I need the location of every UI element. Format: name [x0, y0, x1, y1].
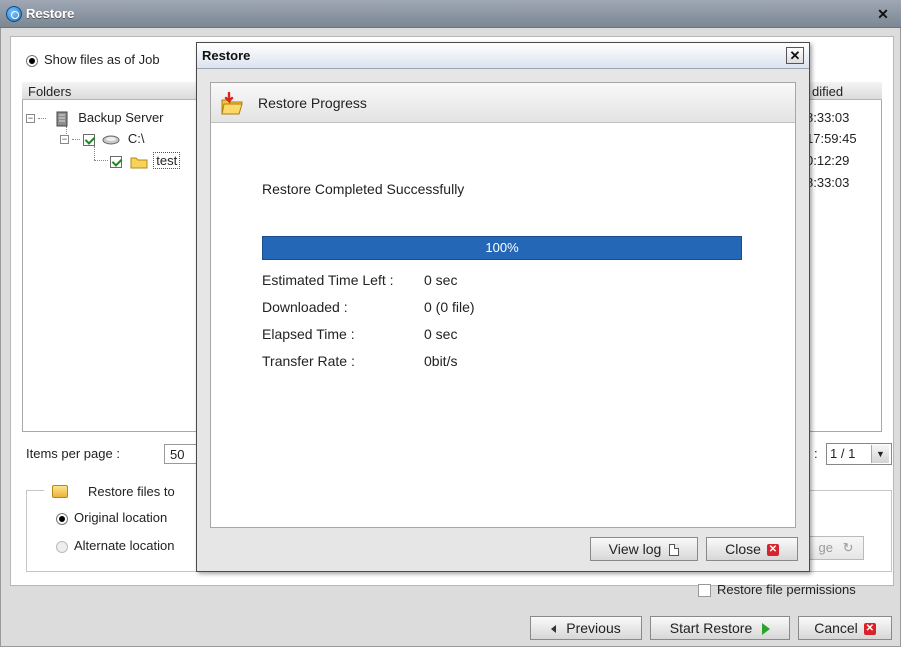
- view-log-button[interactable]: View log: [590, 537, 698, 561]
- elapsed-time-value: 0 sec: [424, 326, 458, 342]
- server-icon: [56, 111, 68, 127]
- show-files-radio[interactable]: [26, 54, 38, 67]
- dialog-close-button[interactable]: ✕: [786, 47, 804, 64]
- previous-button-label: Previous: [566, 620, 621, 636]
- c-drive-checkbox[interactable]: [82, 133, 95, 146]
- play-icon: [762, 623, 771, 636]
- alternate-location-label: Alternate location: [74, 538, 175, 553]
- original-location-radio[interactable]: [56, 512, 68, 525]
- restore-to-label: Restore files to: [88, 484, 175, 499]
- app-logo-icon: [6, 6, 22, 22]
- folders-column-header[interactable]: Folders: [28, 84, 71, 99]
- downloaded-label: Downloaded :: [262, 299, 348, 315]
- dialog-header-title: Restore Progress: [258, 95, 367, 111]
- start-restore-button[interactable]: Start Restore: [650, 616, 790, 640]
- folder-icon: [130, 157, 148, 169]
- show-files-option[interactable]: Show files as of Job: [26, 52, 160, 67]
- restore-folder-icon: [221, 92, 243, 115]
- tree-node-label: Backup Server: [78, 110, 164, 125]
- tree-node-c-drive[interactable]: − C:\: [60, 131, 145, 146]
- estimated-time-value: 0 sec: [424, 272, 458, 288]
- original-location-label: Original location: [74, 510, 168, 525]
- tree-node-label: C:\: [127, 131, 145, 146]
- close-icon: ✕: [766, 544, 779, 557]
- dialog-title-bar: [197, 43, 809, 69]
- close-button[interactable]: Close ✕: [706, 537, 798, 561]
- window-close-button[interactable]: ✕: [876, 7, 890, 22]
- transfer-rate-label: Transfer Rate :: [262, 353, 355, 369]
- elapsed-time-label: Elapsed Time :: [262, 326, 355, 342]
- start-restore-label: Start Restore: [669, 620, 753, 636]
- alternate-location-radio[interactable]: [56, 540, 68, 553]
- original-location-option[interactable]: Original location: [56, 510, 167, 525]
- modified-time-cell: 8:33:03: [801, 175, 850, 190]
- tree-node-backup-server[interactable]: − Backup Server: [26, 110, 164, 127]
- change-button-label: ge: [818, 540, 833, 555]
- transfer-rate-value: 0bit/s: [424, 353, 458, 369]
- items-per-page-input[interactable]: 50: [164, 444, 200, 464]
- downloaded-value: 0 (0 file): [424, 299, 475, 315]
- restore-permissions-label: Restore file permissions: [717, 582, 856, 597]
- modified-column-header[interactable]: dified: [812, 84, 843, 99]
- close-icon: ✕: [863, 623, 876, 636]
- estimated-time-label: Estimated Time Left :: [262, 272, 394, 288]
- modified-time-cell: 0:12:29: [801, 153, 850, 168]
- page-select-value: 1 / 1: [830, 446, 856, 461]
- cancel-button[interactable]: Cancel ✕: [798, 616, 892, 640]
- show-files-label: Show files as of Job: [44, 52, 160, 67]
- window-title: Restore: [26, 6, 75, 21]
- tree-node-label: test: [153, 152, 181, 169]
- page-colon: :: [814, 446, 818, 461]
- drive-icon: [102, 135, 120, 145]
- test-folder-checkbox[interactable]: [110, 155, 122, 168]
- progress-percent-label: 100%: [485, 240, 519, 255]
- refresh-icon: ↻: [842, 540, 854, 555]
- restore-progress-bar: 100%: [262, 236, 742, 260]
- restore-permissions-checkbox[interactable]: [698, 584, 711, 598]
- document-icon: [669, 544, 680, 557]
- restore-permissions-option[interactable]: Restore file permissions: [698, 582, 856, 598]
- arrow-left-icon: [551, 625, 557, 634]
- restore-folder-icon: [52, 485, 68, 498]
- tree-line: [94, 160, 108, 161]
- modified-time-cell: 17:59:45: [802, 131, 857, 146]
- restore-status-text: Restore Completed Successfully: [262, 181, 465, 197]
- collapse-icon[interactable]: −: [60, 135, 69, 145]
- previous-button[interactable]: Previous: [530, 616, 642, 640]
- tree-node-test[interactable]: test: [110, 152, 181, 169]
- alternate-location-option[interactable]: Alternate location: [56, 538, 174, 553]
- tree-line: [94, 146, 95, 160]
- items-per-page-label: Items per page :: [26, 446, 120, 461]
- modified-time-cell: 8:33:03: [801, 110, 850, 125]
- view-log-label: View log: [608, 541, 662, 557]
- close-button-label: Close: [725, 541, 761, 557]
- dialog-title: Restore: [202, 48, 251, 63]
- change-button[interactable]: ge ↻: [808, 536, 864, 560]
- cancel-button-label: Cancel: [814, 620, 858, 636]
- window-title-bar: [0, 0, 901, 28]
- chevron-down-icon[interactable]: ▼: [871, 445, 889, 463]
- collapse-icon[interactable]: −: [26, 114, 35, 124]
